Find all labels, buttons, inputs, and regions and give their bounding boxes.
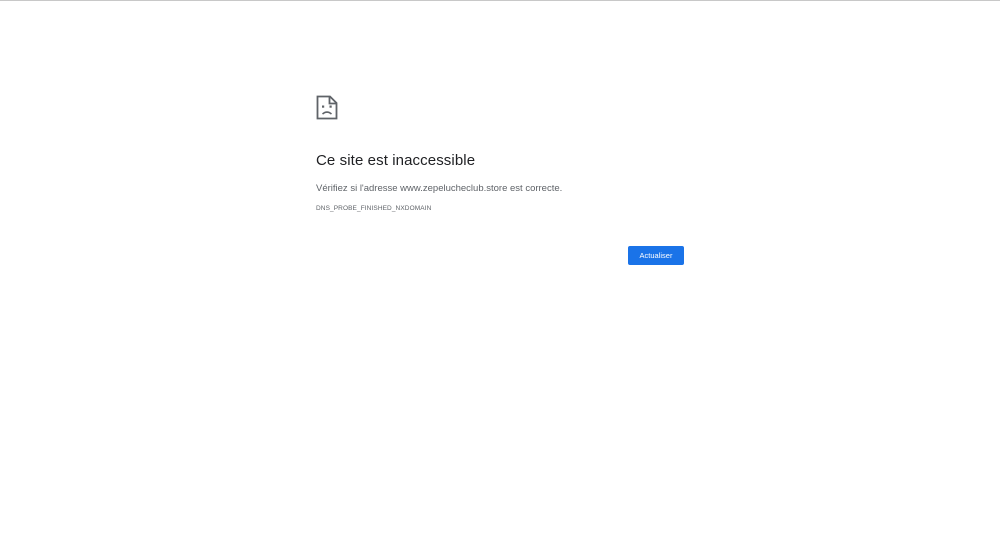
error-title: Ce site est inaccessible — [316, 152, 476, 169]
browser-top-border — [0, 0, 1000, 1]
error-message: Vérifiez si l'adresse www.zepelucheclub.… — [316, 183, 563, 194]
reload-button[interactable]: Actualiser — [628, 246, 684, 265]
error-content: Ce site est inaccessible Vérifiez si l'a… — [316, 95, 684, 214]
error-code: DNS_PROBE_FINISHED_NXDOMAIN — [316, 205, 432, 212]
sad-page-icon — [316, 95, 684, 120]
